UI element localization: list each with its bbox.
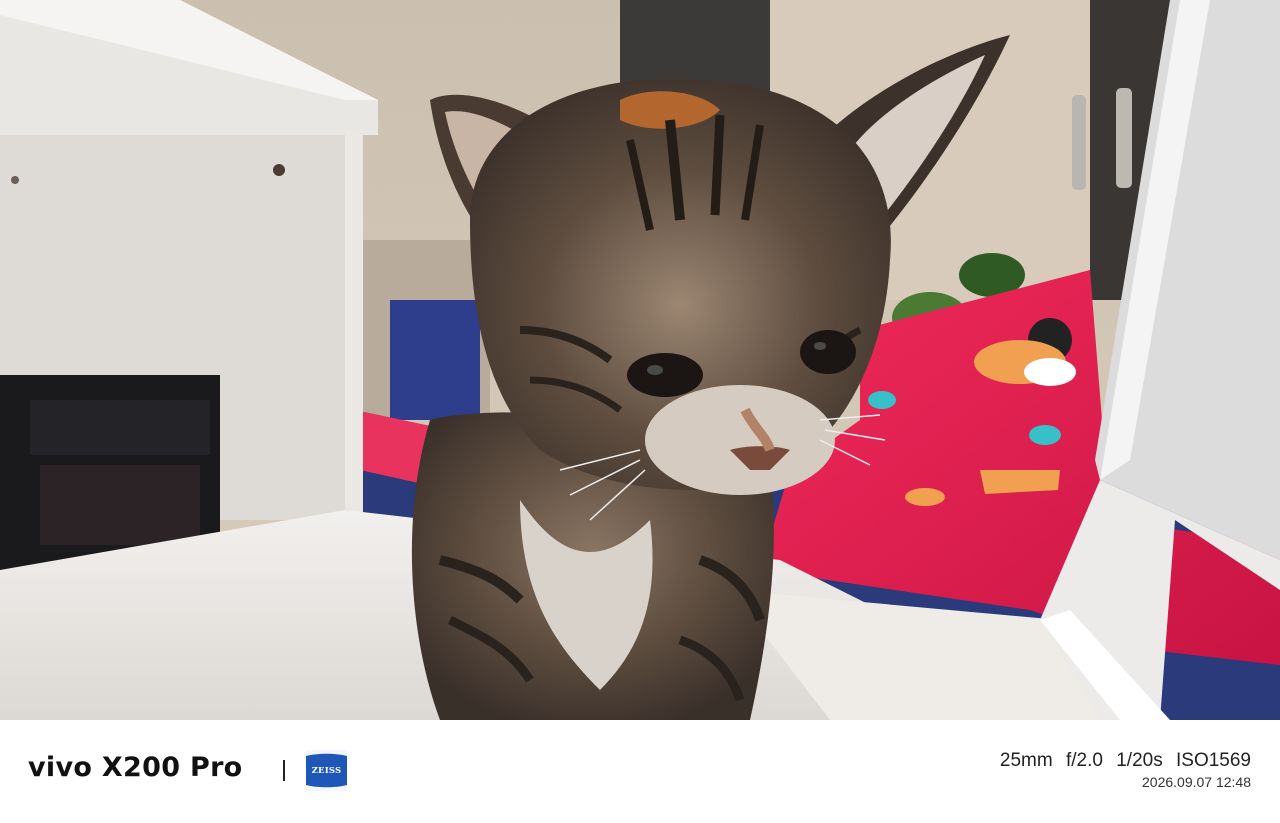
capture-datetime: 2026.09.07 12:48 [1142,774,1251,790]
photo-illustration [0,0,1280,720]
exif-settings: 25mm f/2.0 1/20s ISO1569 [992,750,1251,772]
zeiss-logo-text: ZEISS [311,765,342,776]
focal-length: 25mm [999,750,1053,771]
device-brand-label: vivo X200 Pro [28,752,243,783]
brand-divider [283,760,285,781]
photo [0,0,1280,720]
iso-value: ISO1569 [1176,750,1251,771]
shutter-speed: 1/20s [1116,750,1163,771]
aperture: f/2.0 [1065,750,1103,771]
